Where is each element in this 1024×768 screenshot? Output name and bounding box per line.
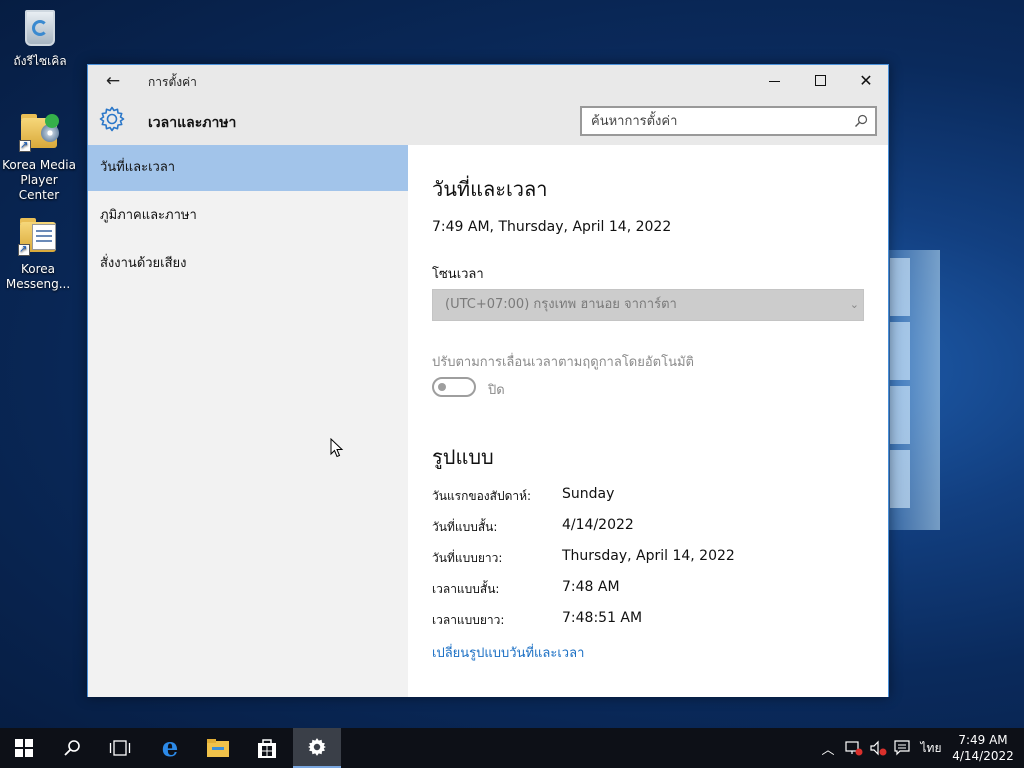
current-datetime: 7:49 AM, Thursday, April 14, 2022 [432,219,672,235]
maximize-icon [814,74,826,86]
volume-muted-icon [870,740,887,756]
toggle-knob [438,383,446,391]
wallpaper-glow [880,250,940,530]
nav-item-region-language[interactable]: ภูมิภาคและภาษา [88,193,408,239]
format-row: เวลาแบบยาว: 7:48:51 AM [432,610,872,635]
desktop-icon-label: Korea Media Player Center [2,158,76,202]
search-input[interactable] [582,108,842,134]
format-heading: รูปแบบ [432,445,494,469]
sidebar-nav: วันที่และเวลา ภูมิภาคและภาษา สั่งงานด้วย… [88,145,408,697]
recycle-bin-icon [20,6,60,50]
maximize-button[interactable] [797,65,843,97]
nav-item-speech[interactable]: สั่งงานด้วยเสียง [88,241,408,287]
chevron-up-icon: ︿ [821,742,835,758]
chevron-down-icon: ⌄ [849,298,859,311]
search-box[interactable] [580,106,877,136]
store-button[interactable] [243,728,291,768]
timezone-value: (UTC+07:00) กรุงเทพ ฮานอย จาการ์ตา [445,297,677,312]
desktop-icon-korea-media-player[interactable]: Korea Media Player Center [0,110,79,203]
change-format-link[interactable]: เปลี่ยนรูปแบบวันที่และเวลา [432,642,584,663]
windows-logo-icon [15,739,33,757]
settings-header: เวลาและภาษา [88,97,888,145]
messenger-folder-icon [18,214,58,258]
format-value: Sunday [562,486,615,502]
dst-toggle-state: ปิด [488,383,505,398]
minimize-button[interactable] [751,65,797,97]
title-bar[interactable]: ← การตั้งค่า ✕ [88,65,888,97]
network-disconnected-icon [845,741,863,756]
page-title: วันที่และเวลา [432,177,548,201]
start-button[interactable] [0,728,48,768]
format-value: Thursday, April 14, 2022 [562,548,735,564]
gear-icon [99,106,125,132]
format-key: เวลาแบบยาว: [432,613,505,627]
notification-icon [894,740,910,756]
task-view-button[interactable] [96,728,144,768]
task-view-icon [109,740,131,756]
search-icon [64,740,80,756]
format-key: วันแรกของสัปดาห์: [432,489,532,503]
clock-date: 4/14/2022 [952,749,1014,763]
taskbar-clock[interactable]: 7:49 AM 4/14/2022 [950,732,1016,764]
edge-browser-button[interactable]: e [146,728,194,768]
search-taskbar-button[interactable] [48,728,96,768]
show-hidden-icons-button[interactable]: ︿ [818,728,838,768]
format-row: วันที่แบบยาว: Thursday, April 14, 2022 [432,548,872,573]
format-key: วันที่แบบยาว: [432,551,503,565]
file-explorer-button[interactable] [194,728,242,768]
desktop-icon-recycle-bin[interactable]: ถังรีไซเคิล [0,6,80,69]
taskbar: e ︿ ไทย 7:49 AM 4/14/2022 [0,728,1024,768]
clock-time: 7:49 AM [958,733,1008,747]
action-center-button[interactable] [890,728,914,768]
mouse-cursor-icon [330,438,344,458]
format-key: วันที่แบบสั้น: [432,520,498,534]
timezone-label: โซนเวลา [432,267,484,282]
format-value: 4/14/2022 [562,517,634,533]
minimize-icon [768,81,780,82]
folder-icon [207,739,229,757]
section-title: เวลาและภาษา [148,115,237,131]
nav-item-date-time[interactable]: วันที่และเวลา [88,145,408,191]
volume-tray-button[interactable] [866,728,890,768]
edge-icon: e [161,733,179,763]
desktop-icon-label: Korea Messeng... [5,262,71,291]
dst-toggle[interactable] [432,377,476,397]
dst-label: ปรับตามการเลื่อนเวลาตามฤดูกาลโดยอัตโนมัต… [432,355,694,370]
network-tray-button[interactable] [842,728,866,768]
format-row: เวลาแบบสั้น: 7:48 AM [432,579,872,604]
back-arrow-icon[interactable]: ← [98,69,128,93]
store-bag-icon [258,739,276,758]
media-player-folder-icon [19,110,59,154]
format-row: วันที่แบบสั้น: 4/14/2022 [432,517,872,542]
format-value: 7:48 AM [562,579,620,595]
desktop-icon-label: ถังรีไซเคิล [13,54,67,68]
desktop-icon-korea-messenger[interactable]: Korea Messeng... [0,214,78,292]
format-key: เวลาแบบสั้น: [432,582,500,596]
close-icon: ✕ [859,71,873,90]
format-row: วันแรกของสัปดาห์: Sunday [432,486,872,511]
language-indicator[interactable]: ไทย [916,728,946,768]
search-icon[interactable] [854,114,868,128]
format-value: 7:48:51 AM [562,610,643,626]
settings-window: ← การตั้งค่า ✕ เวลาและภาษา วันที่และเวลา… [87,64,889,697]
timezone-dropdown[interactable]: (UTC+07:00) กรุงเทพ ฮานอย จาการ์ตา ⌄ [432,289,864,321]
gear-icon [308,738,326,756]
settings-taskbar-button[interactable] [293,728,341,768]
wallpaper-logo-light [890,258,910,508]
window-title: การตั้งค่า [148,75,197,89]
content-pane: วันที่และเวลา 7:49 AM, Thursday, April 1… [408,145,888,697]
close-button[interactable]: ✕ [843,65,889,97]
